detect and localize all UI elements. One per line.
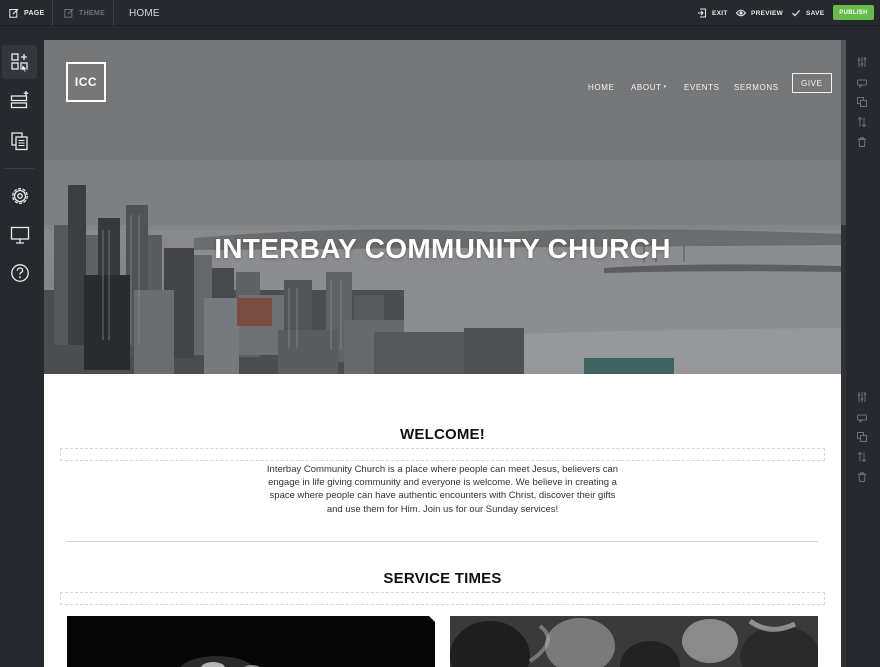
toolbar-divider [4,168,34,169]
nav-give-button[interactable]: GIVE [792,73,832,93]
duplicate-icon [857,432,867,442]
adjust-button[interactable] [856,390,868,402]
adjust-button[interactable] [856,55,868,67]
help-button[interactable] [2,256,37,290]
chevron-down-icon: ▾ [663,84,667,90]
nav-home[interactable]: HOME [588,78,614,96]
add-section-icon [10,91,28,109]
preview-label: PREVIEW [751,9,784,17]
delete-icon [858,137,866,147]
adjust-icon [857,57,867,67]
comment-button[interactable] [856,76,868,89]
device-preview-button[interactable] [2,218,37,252]
theme-tab-label: THEME [79,9,105,17]
hero-background-image [44,40,841,374]
pages-button[interactable] [2,124,37,158]
congregation-photo [450,616,818,667]
reorder-button[interactable] [856,450,868,463]
publish-button[interactable]: PUBLISH [833,5,874,20]
page-tab[interactable]: PAGE [9,0,45,26]
worship-photo [67,616,435,667]
edit-page-icon [9,8,19,18]
eye-icon [736,9,746,17]
help-icon [10,264,29,282]
preview-button[interactable]: PREVIEW [736,0,783,26]
save-label: SAVE [806,9,825,17]
adjust-icon [857,392,867,402]
exit-label: EXIT [712,9,728,17]
service-image-right[interactable] [450,616,818,667]
comment-icon [857,414,867,424]
add-element-icon [10,53,28,72]
desktop-icon [10,226,29,244]
duplicate-button[interactable] [856,95,868,107]
theme-icon [64,8,74,18]
service-image-left[interactable] [67,616,435,667]
nav-about-label: ABOUT [631,82,662,92]
welcome-heading: WELCOME! [400,426,485,443]
welcome-paragraph: Interbay Community Church is a place whe… [266,464,619,515]
save-button[interactable]: SAVE [791,0,824,26]
current-page-selector[interactable]: HOME [129,0,160,26]
delete-button[interactable] [856,135,868,147]
add-section-button[interactable] [2,83,37,117]
delete-icon [858,472,866,482]
reorder-icon [857,116,867,128]
section-divider [67,541,818,542]
nav-sermons[interactable]: SERMONS [734,78,779,96]
settings-icon [11,188,28,204]
topbar-divider [113,0,114,26]
nav-about[interactable]: ABOUT ▾ [631,78,667,96]
nav-events[interactable]: EVENTS [684,78,720,96]
page-tab-label: PAGE [24,9,45,17]
site-logo[interactable]: ICC [66,62,106,102]
topbar-divider [52,0,53,26]
drop-zone[interactable] [60,448,825,461]
canvas-scrollbar-thumb[interactable] [841,40,846,225]
comment-button[interactable] [856,411,868,424]
page-canvas: ICC HOME ABOUT ▾ EVENTS SERMONS GIVE INT… [44,40,841,667]
exit-button[interactable]: EXIT [697,0,728,26]
reorder-button[interactable] [856,115,868,128]
settings-button[interactable] [2,179,37,213]
delete-button[interactable] [856,470,868,482]
exit-icon [698,8,706,18]
hero-title: INTERBAY COMMUNITY CHURCH [214,233,671,264]
pages-icon [10,132,28,151]
add-element-button[interactable] [2,45,37,79]
comment-icon [857,79,867,89]
drop-zone[interactable] [60,592,825,605]
hero-section[interactable]: ICC HOME ABOUT ▾ EVENTS SERMONS GIVE INT… [44,40,841,374]
reorder-icon [857,451,867,463]
theme-tab[interactable]: THEME [64,0,105,26]
duplicate-button[interactable] [856,430,868,442]
left-toolbar [0,27,38,667]
check-icon [792,10,801,17]
editor-topbar: PAGE THEME HOME EXIT PREVIEW SAVE PUBLIS… [0,0,880,26]
duplicate-icon [857,97,867,107]
service-times-heading: SERVICE TIMES [383,570,502,587]
